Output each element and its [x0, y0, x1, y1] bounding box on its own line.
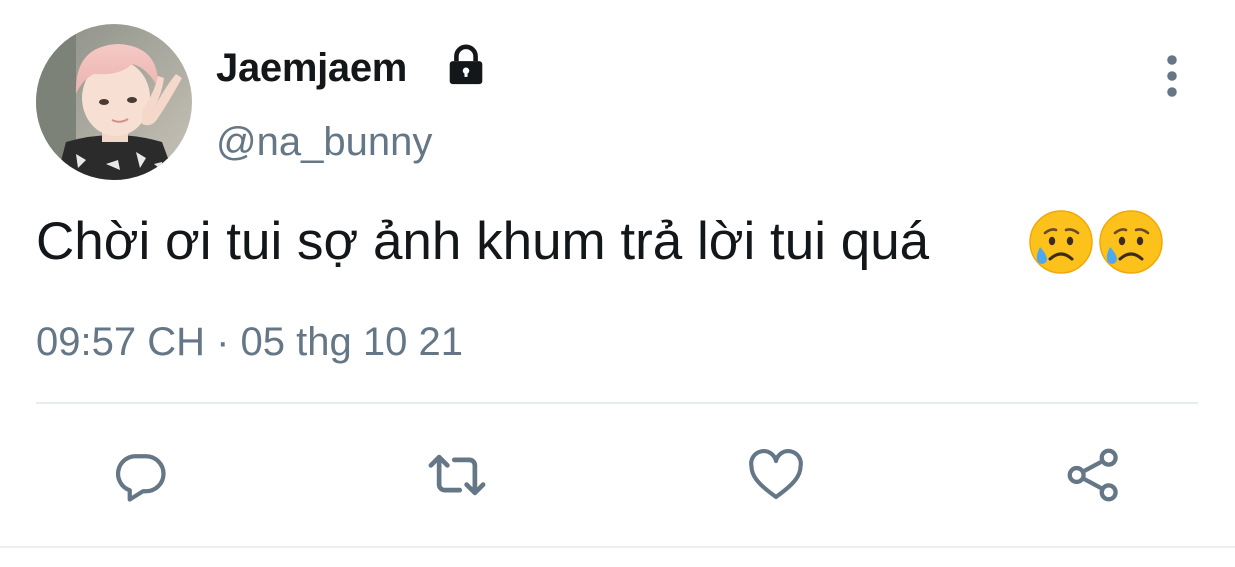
share-icon: [1067, 448, 1118, 502]
tweet-timestamp[interactable]: 09:57 CH · 05 thg 10 21: [36, 316, 463, 368]
user-handle[interactable]: @na_bunny: [216, 114, 432, 170]
lock-icon: [449, 44, 483, 85]
share-button[interactable]: [1059, 440, 1129, 510]
divider: [36, 402, 1198, 404]
sad-but-relieved-face-icon: [1099, 210, 1163, 274]
like-button[interactable]: [741, 440, 811, 510]
avatar[interactable]: [36, 24, 192, 180]
display-name[interactable]: Jaemjaem: [216, 40, 407, 96]
emoji-group: [1028, 206, 1164, 278]
more-vertical-icon: [1167, 55, 1177, 97]
sad-but-relieved-face-icon: [1029, 210, 1093, 274]
reply-icon: [116, 454, 166, 502]
retweet-button[interactable]: [422, 440, 492, 510]
more-options-button[interactable]: [1150, 48, 1194, 104]
reply-button[interactable]: [106, 440, 176, 510]
retweet-icon: [428, 454, 486, 496]
avatar-photo: [36, 24, 192, 180]
heart-icon: [749, 449, 803, 500]
tweet-text: Chời ơi tui sợ ảnh khum trả lời tui quá: [36, 212, 930, 271]
bottom-divider: [0, 546, 1235, 548]
tweet-card: Jaemjaem @na_bunny Chời ơi tui sợ ảnh kh…: [0, 0, 1235, 567]
action-bar: [0, 440, 1235, 510]
